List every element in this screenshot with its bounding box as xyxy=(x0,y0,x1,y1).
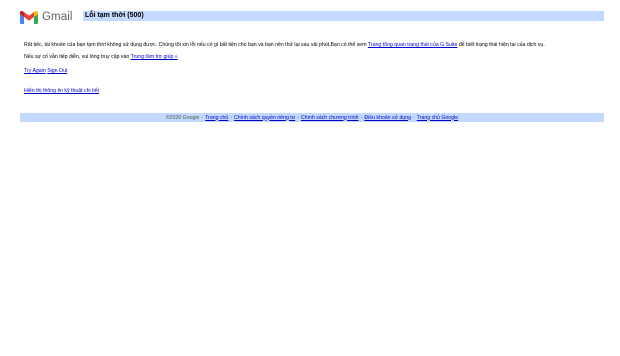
copyright-text: ©2020 Google xyxy=(165,114,200,121)
gmail-m-logo-icon xyxy=(20,10,38,24)
footer-link-home[interactable]: Trang chủ xyxy=(205,115,228,121)
error-message-suffix: để biết trạng thái hiện tại của dịch vụ. xyxy=(457,42,545,48)
footer-link-privacy[interactable]: Chính sách quyền riêng tư xyxy=(234,115,295,121)
sign-out-link[interactable]: Sign Out xyxy=(47,68,67,74)
gmail-logo-text: Gmail xyxy=(42,11,73,23)
help-center-link[interactable]: Trung tâm trợ giúp » xyxy=(131,54,178,60)
title-bar: Lỗi tạm thời (500) xyxy=(83,11,604,21)
status-dashboard-link[interactable]: Trang tổng quan trạng thái của G Suite xyxy=(368,42,458,48)
error-message-text: Rất tiếc, tài khoản của bạn tạm thời khô… xyxy=(24,42,368,48)
help-message-text: Nếu sự cố vẫn tiếp diễn, vui lòng truy c… xyxy=(24,54,131,60)
gmail-logo[interactable]: Gmail xyxy=(20,8,82,26)
error-page: Gmail Lỗi tạm thời (500) Rất tiếc, tài k… xyxy=(0,0,620,356)
footer-link-google-home[interactable]: Trang chủ Google xyxy=(417,115,458,121)
footer-link-program-policies[interactable]: Chính sách chương trình xyxy=(301,115,359,121)
try-again-link[interactable]: Try Again xyxy=(24,68,46,74)
footer-link-terms[interactable]: Điều khoản sử dụng xyxy=(364,115,411,121)
help-message: Nếu sự cố vẫn tiếp diễn, vui lòng truy c… xyxy=(24,54,178,61)
page-title: Lỗi tạm thời (500) xyxy=(85,12,144,19)
show-technical-details-link[interactable]: Hiển thị thông tin kỹ thuật chi tiết xyxy=(24,88,99,94)
error-message: Rất tiếc, tài khoản của bạn tạm thời khô… xyxy=(24,42,545,49)
action-links: Try Again Sign Out xyxy=(24,68,67,75)
details-section: Hiển thị thông tin kỹ thuật chi tiết xyxy=(24,88,99,95)
footer: ©2020 Google - Trang chủ - Chính sách qu… xyxy=(20,113,604,122)
